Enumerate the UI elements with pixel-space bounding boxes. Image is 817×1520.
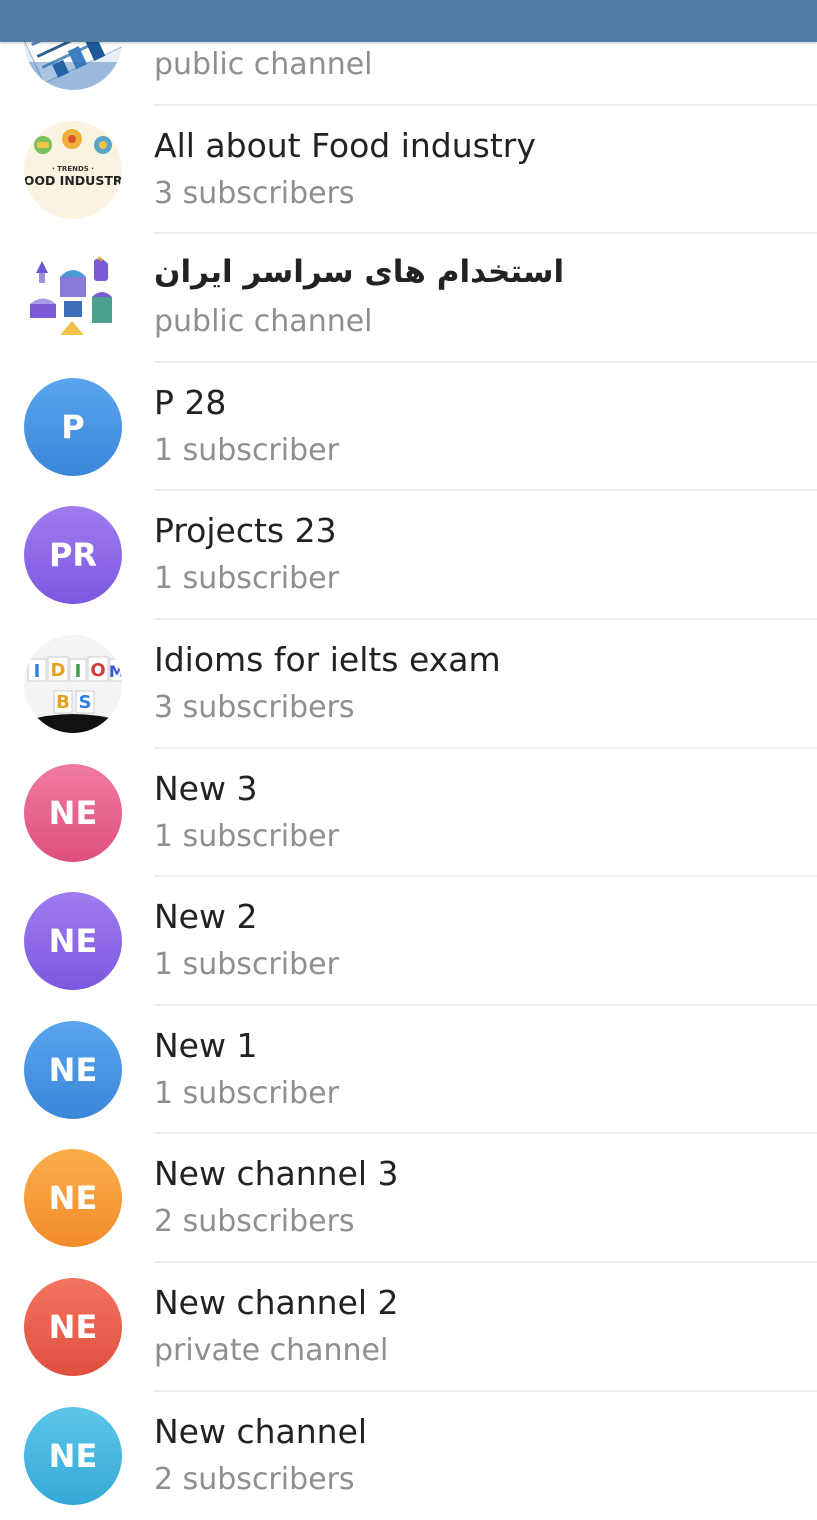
channel-row[interactable]: NE New channel 3 2 subscribers <box>0 1134 817 1263</box>
channel-list: public channel · TRENDS · FOOD INDUSTRY … <box>0 0 817 1520</box>
channel-row[interactable]: · TRENDS · FOOD INDUSTRY All about Food … <box>0 106 817 235</box>
channel-subtitle: public channel <box>154 304 373 340</box>
channel-title: P 28 <box>154 382 227 422</box>
channel-subtitle: 1 subscriber <box>154 1075 339 1111</box>
channel-avatar: NE <box>24 1020 122 1119</box>
svg-text:I: I <box>34 661 41 682</box>
idioms-letters-icon: I D I O M B S <box>24 634 122 733</box>
svg-text:I: I <box>75 661 82 682</box>
svg-text:M: M <box>109 662 122 681</box>
food-industry-logo-icon: · TRENDS · FOOD INDUSTRY <box>24 120 122 219</box>
channel-row[interactable]: استخدام های سراسر ایران public channel <box>0 234 817 363</box>
channel-avatar: NE <box>24 1149 122 1248</box>
channel-subtitle: 2 subscribers <box>154 1204 355 1240</box>
channel-subtitle: private channel <box>154 1332 389 1368</box>
svg-text:D: D <box>51 660 66 681</box>
channel-title: New 1 <box>154 1025 258 1065</box>
svg-text:B: B <box>56 692 70 713</box>
channel-title: New channel 2 <box>154 1282 399 1322</box>
channel-row[interactable]: NE New channel 2 subscribers <box>0 1392 817 1520</box>
channel-avatar: NE <box>24 892 122 991</box>
channel-subtitle: 1 subscriber <box>154 947 339 983</box>
channel-avatar: P <box>24 377 122 476</box>
channel-title: New channel 3 <box>154 1154 399 1194</box>
channel-title: New channel <box>154 1411 368 1451</box>
channel-title: New 2 <box>154 897 258 937</box>
channel-subtitle: 1 subscriber <box>154 561 339 597</box>
channel-row[interactable]: PR Projects 23 1 subscriber <box>0 491 817 620</box>
channel-avatar: NE <box>24 1277 122 1376</box>
channel-avatar: · TRENDS · FOOD INDUSTRY <box>24 120 122 219</box>
channel-avatar <box>24 249 122 348</box>
channel-title: New 3 <box>154 768 258 808</box>
channel-title: Projects 23 <box>154 511 337 551</box>
channel-row[interactable]: NE New 3 1 subscriber <box>0 749 817 878</box>
channel-subtitle: public channel <box>154 47 373 82</box>
svg-text:S: S <box>79 692 92 713</box>
channel-avatar: NE <box>24 1406 122 1505</box>
logo-text: · TRENDS · <box>52 165 94 173</box>
channel-subtitle: 2 subscribers <box>154 1461 355 1497</box>
iran-landmarks-icon <box>24 249 122 348</box>
channel-avatar: I D I O M B S <box>24 634 122 733</box>
logo-text: FOOD INDUSTRY <box>24 173 122 188</box>
channel-subtitle: 1 subscriber <box>154 818 339 854</box>
channel-title: Idioms for ielts exam <box>154 639 501 679</box>
top-app-bar <box>0 0 817 42</box>
channel-avatar: PR <box>24 506 122 605</box>
channel-subtitle: 3 subscribers <box>154 689 355 725</box>
channel-subtitle: 1 subscriber <box>154 432 339 468</box>
svg-text:O: O <box>90 660 105 681</box>
channel-row[interactable]: NE New 1 1 subscriber <box>0 1006 817 1135</box>
channel-title: استخدام های سراسر ایران <box>154 254 565 291</box>
channel-subtitle: 3 subscribers <box>154 175 355 211</box>
channel-row[interactable]: NE New 2 1 subscriber <box>0 877 817 1006</box>
channel-title: All about Food industry <box>154 125 536 165</box>
channel-row[interactable]: I D I O M B S Idioms for ielts exam 3 su… <box>0 620 817 749</box>
channel-avatar: NE <box>24 763 122 862</box>
channel-row[interactable]: NE New channel 2 private channel <box>0 1263 817 1392</box>
channel-row[interactable]: P P 28 1 subscriber <box>0 363 817 492</box>
